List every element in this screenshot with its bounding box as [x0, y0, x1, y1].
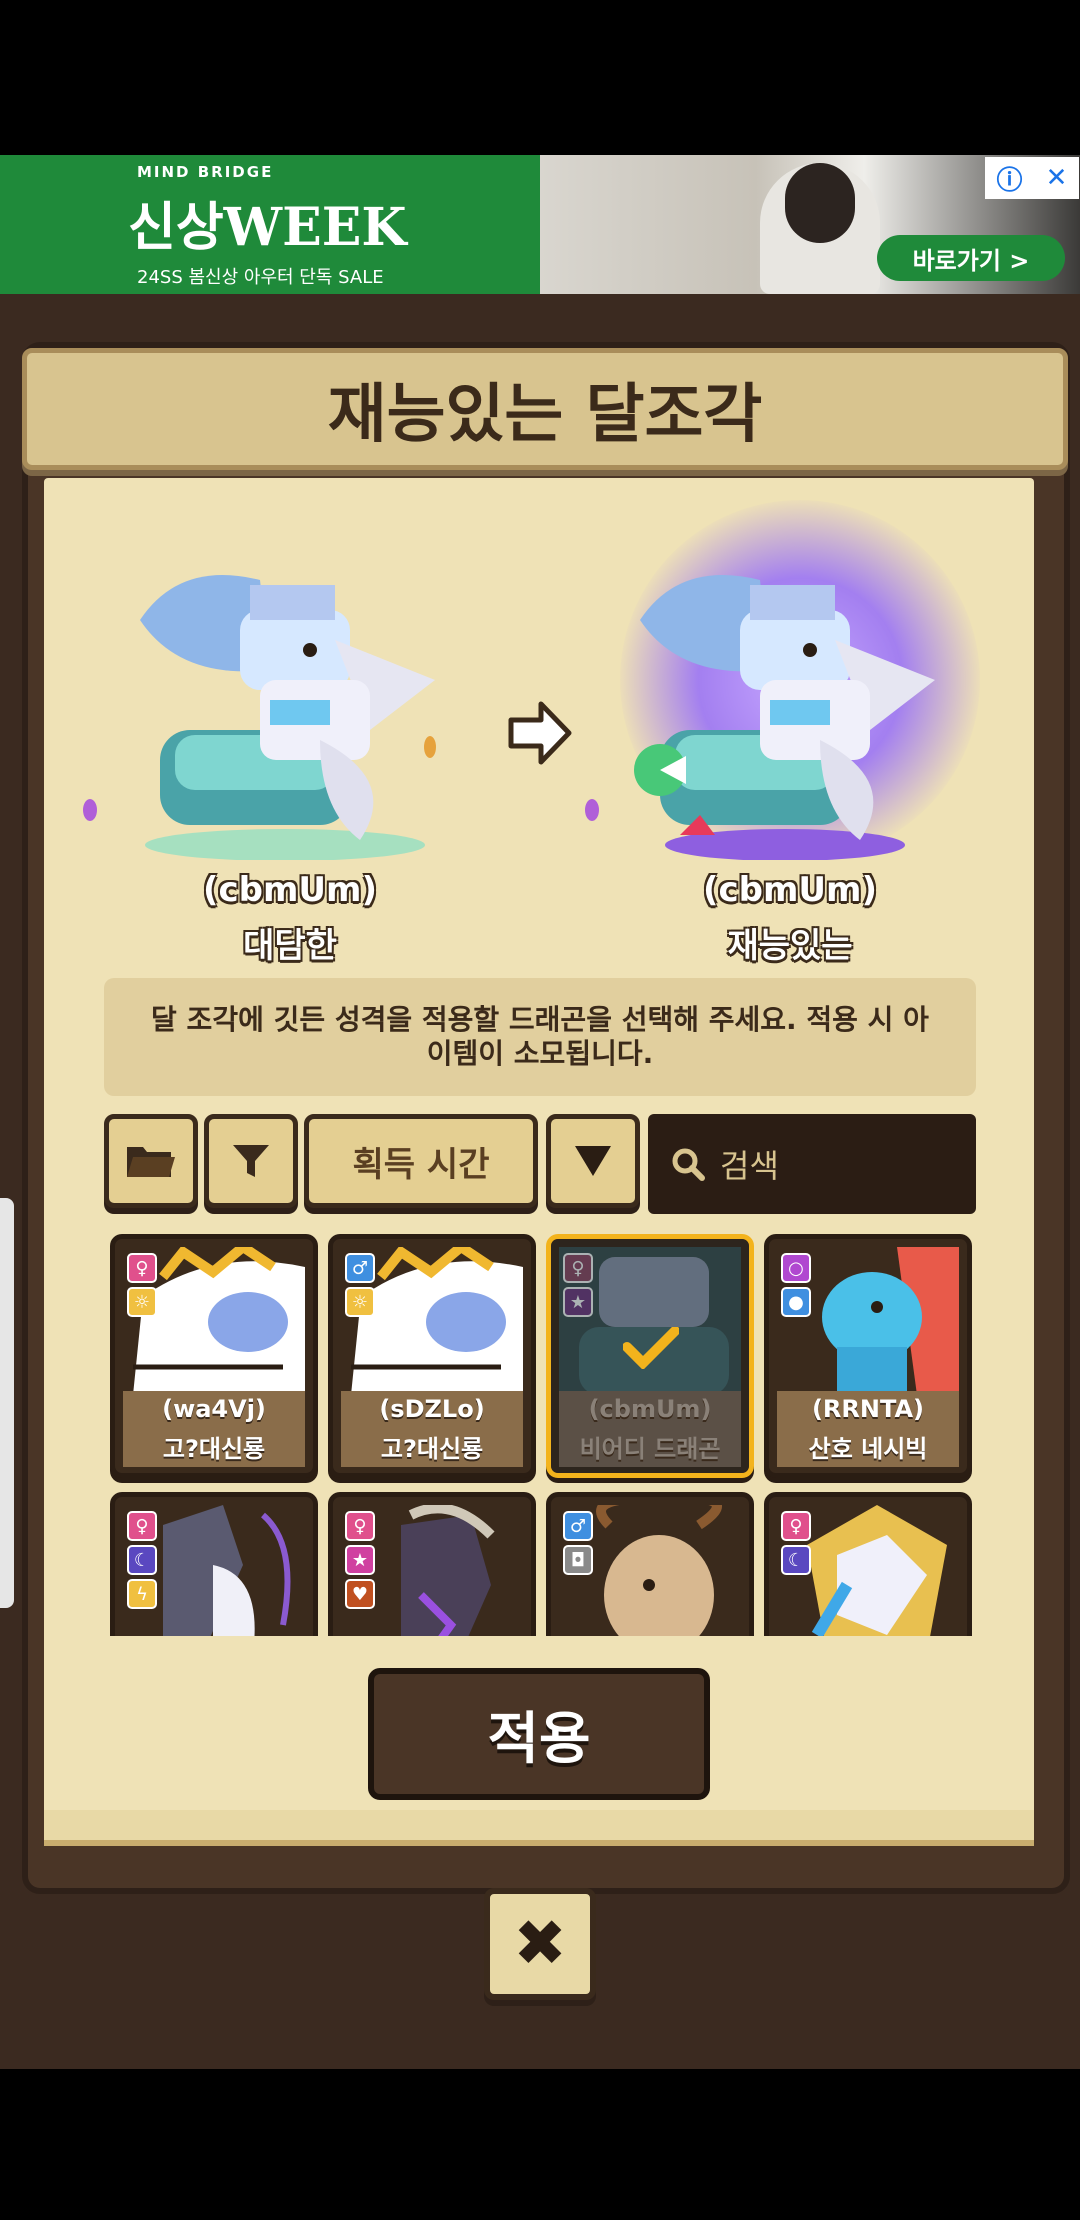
close-icon: ✖ [513, 1907, 567, 1981]
edge-panel-handle[interactable] [0, 1198, 14, 1608]
ad-info-icon[interactable]: ⓘ [997, 160, 1023, 197]
triangle-down-icon [575, 1146, 611, 1176]
star-icon: ★ [563, 1287, 593, 1317]
checkmark-icon [623, 1327, 679, 1369]
ad-subtitle: 24SS 봄신상 아우터 단독 SALE [137, 267, 384, 288]
dragon-after-image [634, 575, 935, 860]
dragon-kind: 고?대신룡 [380, 1435, 484, 1463]
dragon-card-label: (sDZLo) 고?대신룡 [341, 1391, 523, 1467]
apply-button[interactable]: 적용 [368, 1668, 710, 1800]
sort-direction-button[interactable] [546, 1114, 640, 1208]
close-button[interactable]: ✖ [484, 1888, 596, 2000]
dragon-card[interactable]: ○ ● (RRNTA) 산호 네시빅 [764, 1234, 972, 1478]
heart-icon: ♥ [345, 1579, 375, 1609]
after-dragon-trait: 재능있는 [727, 926, 853, 966]
ad-title: 신상WEEK [128, 197, 407, 258]
filter-button[interactable] [204, 1114, 298, 1208]
water-drop-icon: ● [781, 1287, 811, 1317]
moon-icon: ☾ [781, 1545, 811, 1575]
ad-model-head [785, 163, 855, 243]
sun-icon: ☼ [345, 1287, 375, 1317]
dragon-before-image [140, 575, 435, 860]
sort-label: 획득 시간 [352, 1144, 490, 1185]
dialog-title: 재능있는 달조각 [327, 378, 763, 452]
before-dragon-name: (cbmUm) [202, 870, 378, 910]
shield-icon: ◘ [563, 1545, 593, 1575]
dragon-card[interactable]: ♀ ☼ (wa4Vj) 고?대신룡 [110, 1234, 318, 1478]
filter-icon [233, 1145, 269, 1177]
ad-brand: MIND BRIDGE [137, 163, 274, 181]
female-icon: ♀ [345, 1511, 375, 1541]
dragon-card[interactable]: ♂ ☼ (sDZLo) 고?대신룡 [328, 1234, 536, 1478]
female-icon: ♀ [781, 1511, 811, 1541]
coin-icon [424, 736, 436, 758]
search-icon [672, 1148, 705, 1181]
dragon-nickname: (RRNTA) [811, 1395, 925, 1423]
dragon-kind: 고?대신룡 [162, 1435, 266, 1463]
male-icon: ♂ [563, 1511, 593, 1541]
info-text: 달 조각에 깃든 성격을 적용할 드래곤을 선택해 주세요. 적용 시 아이템이… [151, 1003, 929, 1070]
search-placeholder: 검색 [720, 1147, 779, 1185]
neutral-icon: ○ [781, 1253, 811, 1283]
lightning-icon: ϟ [127, 1579, 157, 1609]
dragon-kind: 산호 네시빅 [808, 1435, 928, 1463]
sort-order-button[interactable]: 획득 시간 [304, 1114, 538, 1208]
star-icon: ★ [345, 1545, 375, 1575]
dragon-nickname: (wa4Vj) [162, 1395, 266, 1423]
female-icon: ♀ [127, 1253, 157, 1283]
dragon-card-label: (cbmUm) 비어디 드래곤 [559, 1391, 741, 1467]
search-input[interactable]: 검색 [648, 1114, 976, 1214]
female-icon: ♀ [127, 1511, 157, 1541]
dragon-list[interactable]: ♀ ☼ (wa4Vj) 고?대신룡 ♂ ☼ (sDZLo) 고?대신룡 ♀ ★ … [104, 1230, 984, 1636]
dragon-nickname: (sDZLo) [379, 1395, 485, 1423]
dragon-nickname: (cbmUm) [588, 1395, 712, 1423]
moon-fragment-right-icon [585, 799, 599, 821]
info-box: 달 조각에 깃든 성격을 적용할 드래곤을 선택해 주세요. 적용 시 아이템이… [104, 978, 976, 1096]
sun-icon: ☼ [127, 1287, 157, 1317]
arrow-right-icon [508, 701, 572, 765]
apply-label: 적용 [487, 1706, 591, 1772]
folder-icon [127, 1147, 175, 1177]
moon-icon: ☾ [127, 1545, 157, 1575]
ad-banner[interactable]: MIND BRIDGE 신상WEEK 24SS 봄신상 아우터 단독 SALE … [0, 155, 1080, 294]
dragon-card-label: (RRNTA) 산호 네시빅 [777, 1391, 959, 1467]
before-dragon-trait: 대담한 [243, 926, 337, 966]
moon-fragment-left-icon [83, 799, 97, 821]
dragon-kind: 비어디 드래곤 [579, 1435, 721, 1463]
dialog-header: 재능있는 달조각 [22, 348, 1068, 470]
paper-curl [44, 1810, 1034, 1846]
dragon-card[interactable]: ♂ ◘ [546, 1492, 754, 1636]
dragon-card-label: (wa4Vj) 고?대신룡 [123, 1391, 305, 1467]
after-dragon-name: (cbmUm) [702, 870, 878, 910]
folder-button[interactable] [104, 1114, 198, 1208]
female-icon: ♀ [563, 1253, 593, 1283]
ad-cta-button[interactable]: 바로가기 > [877, 235, 1065, 281]
male-icon: ♂ [345, 1253, 375, 1283]
dragon-card[interactable]: ♀ ☾ ϟ [110, 1492, 318, 1636]
ad-choices[interactable]: ⓘ ✕ [985, 157, 1079, 199]
ad-close-icon[interactable]: ✕ [1046, 163, 1068, 193]
dragon-card[interactable]: ♀ ☾ [764, 1492, 972, 1636]
dragon-card[interactable]: ♀ ★ ♥ [328, 1492, 536, 1636]
dragon-card-selected[interactable]: ♀ ★ (cbmUm) 비어디 드래곤 [546, 1234, 754, 1478]
